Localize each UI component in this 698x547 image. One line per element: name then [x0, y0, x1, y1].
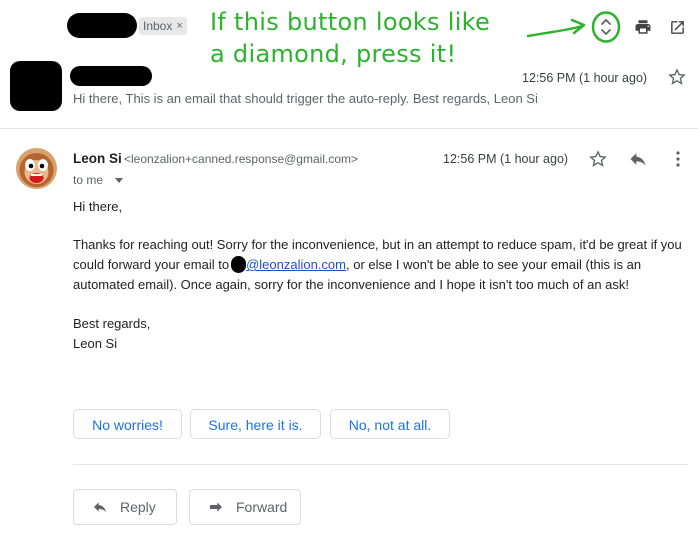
message-greeting: Hi there,: [73, 199, 123, 214]
message-signoff: Best regards,: [73, 316, 151, 331]
smart-reply-no-not-at-all[interactable]: No, not at all.: [330, 409, 450, 439]
redacted-sender: [70, 66, 152, 86]
forward-email-link[interactable]: @leonzalion.com: [246, 257, 346, 272]
sender-name[interactable]: Leon Si: [73, 151, 122, 166]
expand-collapse-icon: [591, 11, 621, 43]
inbox-label-chip: Inbox ×: [139, 17, 187, 35]
open-in-new-window-button[interactable]: [666, 16, 688, 38]
sender-email: <leonzalion+canned.response@gmail.com>: [124, 152, 358, 166]
reply-button[interactable]: Reply: [73, 489, 177, 525]
collapsed-message-preview[interactable]: Hi there, This is an email that should t…: [73, 91, 538, 106]
message-paragraph-line-2: could forward your email to @leonzalion.c…: [73, 255, 641, 275]
star-icon: [668, 68, 686, 85]
expand-collapse-button[interactable]: [591, 11, 621, 43]
annotation-line-2: a diamond, press it!: [210, 40, 457, 68]
recipient-details-toggle[interactable]: to me: [73, 173, 124, 187]
star-icon: [589, 150, 607, 167]
actions-divider: [73, 464, 688, 465]
message-paragraph-line-3: automated email). Once again, sorry for …: [73, 277, 630, 292]
inbox-label-text: Inbox: [143, 19, 173, 33]
reply-icon: [94, 502, 106, 513]
reply-label: Reply: [120, 499, 156, 515]
sender-avatar: [16, 148, 57, 189]
message-paragraph-line-1: Thanks for reaching out! Sorry for the i…: [73, 237, 682, 252]
redacted-email-user: [231, 256, 247, 273]
message-reply-button[interactable]: [627, 148, 649, 170]
message-star-button[interactable]: [587, 148, 609, 170]
forward-button[interactable]: Forward: [189, 489, 301, 525]
more-vert-icon: [676, 151, 680, 167]
reply-icon: [630, 153, 646, 166]
chevron-down-icon: [115, 177, 124, 183]
more-options-button[interactable]: [668, 148, 688, 170]
print-icon: [635, 20, 651, 34]
redacted-avatar: [10, 61, 62, 111]
paragraph-text: , or else I won't be able to see your em…: [346, 257, 642, 272]
collapsed-message-time: 12:56 PM (1 hour ago): [522, 71, 648, 85]
forward-label: Forward: [236, 499, 288, 515]
avatar-face-icon: [16, 148, 57, 189]
print-button[interactable]: [632, 16, 654, 38]
open-in-new-window-icon: [670, 20, 684, 34]
smart-reply-no-worries[interactable]: No worries!: [73, 409, 182, 439]
message-time: 12:56 PM (1 hour ago): [443, 152, 569, 166]
message-signature: Leon Si: [73, 336, 118, 351]
paragraph-text: could forward your email to: [73, 257, 230, 272]
forward-icon: [210, 502, 222, 512]
recipient-text: to me: [73, 173, 104, 187]
redacted-subject: [67, 13, 137, 38]
annotation-text: If this button looks like a diamond, pre…: [210, 6, 490, 70]
annotation-line-1: If this button looks like: [210, 8, 491, 36]
collapsed-star-button[interactable]: [666, 66, 688, 88]
smart-reply-sure-here-it-is[interactable]: Sure, here it is.: [190, 409, 321, 439]
remove-label-icon[interactable]: ×: [176, 17, 182, 35]
thread-divider: [0, 128, 698, 129]
